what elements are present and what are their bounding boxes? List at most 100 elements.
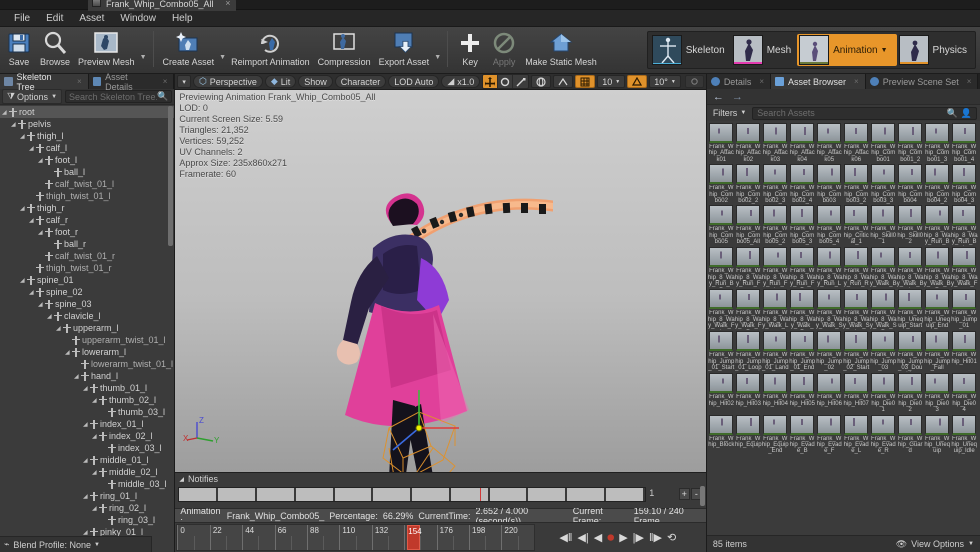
- asset-thumbnail[interactable]: [709, 415, 733, 435]
- asset-thumbnail[interactable]: [817, 205, 841, 225]
- asset-thumbnail[interactable]: [871, 205, 895, 225]
- step-back-button[interactable]: ◀|: [577, 531, 588, 544]
- character-menu-button[interactable]: Character: [335, 75, 387, 88]
- play-button[interactable]: ▶: [619, 531, 627, 544]
- bone-row[interactable]: thumb_03_l: [0, 406, 174, 418]
- asset-item[interactable]: Frank_​Whip_​Combo04_​3: [951, 164, 977, 204]
- asset-thumbnail[interactable]: [871, 373, 895, 393]
- asset-thumbnail[interactable]: [844, 415, 868, 435]
- asset-thumbnail[interactable]: [925, 247, 949, 267]
- make-static-mesh-button[interactable]: Make Static Mesh: [521, 29, 601, 67]
- expand-arrow-icon[interactable]: ◢: [92, 505, 99, 512]
- asset-thumbnail[interactable]: [763, 247, 787, 267]
- bone-row[interactable]: ◢lowerarm_l: [0, 346, 174, 358]
- search-assets-input[interactable]: [757, 108, 943, 118]
- notifies-scrollbar[interactable]: [700, 486, 705, 506]
- asset-item[interactable]: Frank_​Whip_​8_​Way_​Walk_​SR: [870, 289, 896, 330]
- asset-item[interactable]: Frank_​Whip_​8_​Way_​Run_​BR: [708, 247, 734, 288]
- forward-icon[interactable]: →: [732, 91, 743, 103]
- asset-thumbnail[interactable]: [736, 123, 760, 143]
- asset-thumbnail[interactable]: [871, 164, 895, 184]
- bone-row[interactable]: ◢spine_02: [0, 286, 174, 298]
- bone-row[interactable]: ◢thumb_02_l: [0, 394, 174, 406]
- create-asset-dropdown-icon[interactable]: ▼: [218, 42, 227, 61]
- notify-segment[interactable]: [335, 488, 374, 501]
- asset-thumbnail[interactable]: [736, 205, 760, 225]
- camera-speed-button[interactable]: [685, 75, 704, 88]
- asset-item[interactable]: Frank_​Whip_​Attack06: [843, 123, 869, 163]
- rotation-snap-toggle[interactable]: [627, 75, 647, 88]
- skeleton-search-box[interactable]: 🔍: [65, 90, 172, 103]
- asset-thumbnail[interactable]: [763, 205, 787, 225]
- play-reverse-button[interactable]: ◀: [594, 531, 602, 544]
- tab-asset-browser[interactable]: Asset Browser ×: [771, 74, 866, 89]
- reimport-animation-button[interactable]: Reimport Animation: [227, 29, 314, 67]
- close-icon[interactable]: ×: [225, 0, 230, 9]
- asset-thumbnail[interactable]: [898, 164, 922, 184]
- asset-item[interactable]: Frank_​Whip_​Evade_​L: [843, 415, 869, 455]
- preview-viewport[interactable]: Previewing Animation Frank_Whip_Combo05_…: [175, 90, 705, 472]
- mode-skeleton-button[interactable]: Skeleton: [650, 34, 731, 66]
- asset-thumbnail[interactable]: [844, 289, 868, 309]
- export-asset-button[interactable]: Export Asset: [375, 29, 434, 67]
- asset-item[interactable]: Frank_​Whip_​Die03: [924, 373, 950, 413]
- bone-row[interactable]: upperarm_twist_01_l: [0, 334, 174, 346]
- asset-thumbnail[interactable]: [871, 415, 895, 435]
- asset-thumbnail[interactable]: [871, 247, 895, 267]
- asset-item[interactable]: Frank_​Whip_​Jump_​01_​Loop: [735, 331, 761, 372]
- expand-arrow-icon[interactable]: ◢: [20, 277, 27, 284]
- browse-button[interactable]: Browse: [36, 29, 74, 67]
- bone-row[interactable]: ◢pelvis: [0, 118, 174, 130]
- asset-thumbnail[interactable]: [736, 289, 760, 309]
- playback-speed-button[interactable]: ◢ x1.0: [441, 75, 480, 88]
- notify-segment[interactable]: [257, 488, 296, 501]
- asset-thumbnail[interactable]: [817, 373, 841, 393]
- asset-item[interactable]: Frank_​Whip_​Evade_​B: [789, 415, 815, 455]
- expand-arrow-icon[interactable]: ◢: [47, 313, 54, 320]
- asset-item[interactable]: Frank_​Whip_​Combo02_​4: [789, 164, 815, 204]
- expand-arrow-icon[interactable]: ◢: [83, 385, 90, 392]
- asset-item[interactable]: Frank_​Whip_​8_​Way_​Run_​F: [735, 247, 761, 288]
- tab-details-close-icon[interactable]: ×: [759, 77, 764, 86]
- bone-row[interactable]: calf_twist_01_r: [0, 250, 174, 262]
- asset-item[interactable]: Frank_​Whip_​Hit05: [789, 373, 815, 413]
- asset-item[interactable]: Frank_​Whip_​Jump_​01: [951, 289, 977, 330]
- expand-arrow-icon[interactable]: ◢: [56, 325, 63, 332]
- asset-thumbnail[interactable]: [790, 415, 814, 435]
- asset-thumbnail[interactable]: [952, 247, 976, 267]
- asset-item[interactable]: Frank_​Whip_​Evade_​F: [816, 415, 842, 455]
- expand-arrow-icon[interactable]: ◢: [83, 421, 90, 428]
- asset-thumbnail[interactable]: [844, 205, 868, 225]
- asset-thumbnail[interactable]: [709, 331, 733, 351]
- expand-arrow-icon[interactable]: ◢: [2, 109, 9, 116]
- expand-arrow-icon[interactable]: ◢: [74, 373, 81, 380]
- show-menu-button[interactable]: Show: [298, 75, 333, 88]
- asset-item[interactable]: Frank_​Whip_​Combo03_​3: [870, 164, 896, 204]
- asset-item[interactable]: Frank_​Whip_​Combo02_​2: [735, 164, 761, 204]
- asset-thumbnail[interactable]: [817, 164, 841, 184]
- asset-item[interactable]: Frank_​Whip_​Unequip: [924, 415, 950, 455]
- asset-thumbnail[interactable]: [709, 247, 733, 267]
- asset-item[interactable]: Frank_​Whip_​Attack05: [816, 123, 842, 163]
- asset-thumbnail[interactable]: [898, 415, 922, 435]
- asset-item[interactable]: Frank_​Whip_​Combo04_​2: [924, 164, 950, 204]
- expand-arrow-icon[interactable]: ◢: [20, 205, 27, 212]
- asset-thumbnail[interactable]: [844, 373, 868, 393]
- expand-arrow-icon[interactable]: ◢: [92, 469, 99, 476]
- asset-thumbnail[interactable]: [898, 247, 922, 267]
- notify-playhead[interactable]: [480, 488, 481, 501]
- asset-item[interactable]: Frank_​Whip_​Hit07: [843, 373, 869, 413]
- time-ruler[interactable]: 022446688110132154176198220154: [176, 524, 534, 551]
- bone-row[interactable]: ◢ring_01_l: [0, 490, 174, 502]
- create-asset-button[interactable]: Create Asset: [159, 29, 219, 67]
- camera-mode-button[interactable]: ⬡ Perspective: [193, 75, 263, 88]
- notify-segment[interactable]: [412, 488, 451, 501]
- bone-row[interactable]: ◢index_01_l: [0, 418, 174, 430]
- asset-item[interactable]: Frank_​Whip_​8_​Way_​Walk_​B: [870, 247, 896, 288]
- tab-asset-details-close-icon[interactable]: ×: [163, 77, 168, 86]
- bone-row[interactable]: ◢thumb_01_l: [0, 382, 174, 394]
- asset-search-box[interactable]: 🔍 👤: [752, 107, 977, 120]
- menu-item-window[interactable]: Window: [112, 11, 164, 26]
- asset-thumbnail[interactable]: [817, 247, 841, 267]
- asset-thumbnail[interactable]: [898, 123, 922, 143]
